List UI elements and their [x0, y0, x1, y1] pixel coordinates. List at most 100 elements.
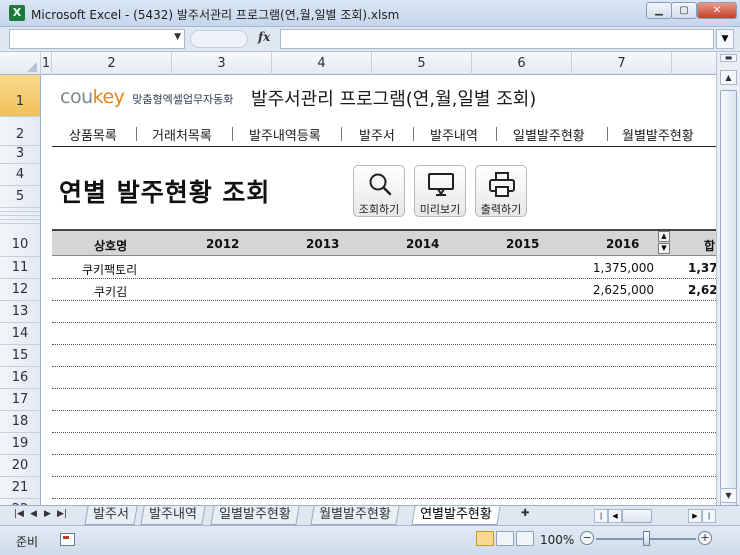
column-header[interactable]: 2 [52, 52, 172, 75]
row-header[interactable]: 5 [0, 186, 40, 208]
row-header[interactable]: 2 [0, 117, 40, 146]
scrollbar-thumb[interactable] [720, 90, 737, 508]
name-box[interactable]: ▼ [9, 29, 185, 49]
row-header[interactable]: 12 [0, 279, 40, 301]
table-row[interactable]: 쿠키팩토리 1,375,000 1,37 [52, 257, 716, 279]
formula-controls: fx [190, 30, 276, 48]
print-button[interactable]: 출력하기 [475, 165, 527, 217]
worksheet-grid[interactable]: coukey 맞춤형엑셀업무자동화 발주서관리 프로그램(연,월,일별 조회) … [41, 75, 716, 505]
row-headers: 1 2 3 4 5 10 11 12 13 14 15 16 17 18 19 … [0, 75, 41, 505]
row-header[interactable]: 13 [0, 301, 40, 323]
nav-divider [232, 127, 233, 141]
status-mode: 준비 [16, 535, 39, 549]
row-header[interactable]: 16 [0, 367, 40, 389]
sheet-tab[interactable]: 발주내역 [140, 506, 206, 525]
select-all-corner[interactable] [0, 52, 41, 75]
formula-input[interactable] [280, 29, 714, 49]
normal-view-icon[interactable] [476, 531, 494, 546]
nav-item-daily-status[interactable]: 일별발주현황 [513, 125, 585, 144]
nav-item-monthly-status[interactable]: 월별발주현황 [622, 125, 694, 144]
row-header[interactable]: 1 [0, 75, 40, 117]
sort-up-icon[interactable]: ▲ [658, 231, 670, 242]
nav-item-clients[interactable]: 거래처목록 [152, 125, 212, 144]
hscroll-split-handle[interactable]: | [702, 509, 716, 523]
row-header[interactable]: 21 [0, 477, 40, 499]
column-header[interactable]: 5 [372, 52, 472, 75]
sheet-tab-active[interactable]: 연별발주현황 [411, 506, 501, 525]
table-row[interactable] [52, 323, 716, 345]
search-button[interactable]: 조회하기 [353, 165, 405, 217]
row-header[interactable]: 3 [0, 146, 40, 164]
table-row[interactable] [52, 433, 716, 455]
prev-sheet-icon[interactable]: ◀ [30, 509, 37, 519]
next-sheet-icon[interactable]: ▶ [44, 509, 51, 519]
split-handle[interactable]: ▬ [720, 54, 737, 62]
row-header[interactable]: 10 [0, 224, 40, 257]
first-sheet-icon[interactable]: |◀ [14, 509, 24, 519]
page-break-view-icon[interactable] [516, 531, 534, 546]
table-row[interactable] [52, 367, 716, 389]
row-header[interactable]: 11 [0, 257, 40, 279]
row-header[interactable]: 20 [0, 455, 40, 477]
column-header[interactable]: 7 [572, 52, 672, 75]
row-header[interactable]: 19 [0, 433, 40, 455]
scroll-up-icon[interactable]: ▲ [720, 70, 737, 85]
row-header[interactable]: 18 [0, 411, 40, 433]
row-header[interactable]: 17 [0, 389, 40, 411]
sheet-tab[interactable]: 발주서 [84, 506, 138, 525]
table-row[interactable] [52, 345, 716, 367]
column-header[interactable]: 1 [41, 52, 52, 75]
page-layout-view-icon[interactable] [496, 531, 514, 546]
insert-function-icon[interactable]: fx [258, 30, 270, 44]
table-row[interactable]: 쿠키김 2,625,000 2,62 [52, 279, 716, 301]
row-header[interactable]: 15 [0, 345, 40, 367]
column-header[interactable] [672, 52, 716, 75]
zoom-out-icon[interactable]: − [580, 531, 594, 545]
table-row[interactable] [52, 411, 716, 433]
column-header[interactable]: 4 [272, 52, 372, 75]
zoom-slider-thumb[interactable] [643, 531, 650, 546]
horizontal-scroll-thumb[interactable] [622, 509, 652, 523]
sheet-tab[interactable]: 월별발주현황 [310, 506, 400, 525]
sort-spinner[interactable]: ▲ ▼ [658, 231, 670, 255]
column-heading: 2015 [506, 237, 540, 251]
nav-divider [341, 127, 342, 141]
search-button-label: 조회하기 [358, 203, 400, 216]
nav-item-order-history[interactable]: 발주내역 [430, 125, 478, 144]
row-name: 쿠키김 [94, 285, 128, 299]
column-heading: 2016 [606, 237, 640, 251]
macro-record-icon[interactable] [60, 533, 75, 546]
vertical-scrollbar[interactable]: ▬ ▲ ▼ [716, 52, 740, 508]
excel-app-icon[interactable]: X [9, 5, 25, 21]
table-row[interactable] [52, 389, 716, 411]
expand-formula-bar-icon[interactable]: ▼ [716, 29, 734, 49]
table-row[interactable] [52, 455, 716, 477]
close-button[interactable]: ✕ [697, 2, 737, 19]
last-sheet-icon[interactable]: ▶| [57, 509, 67, 519]
sort-down-icon[interactable]: ▼ [658, 243, 670, 254]
scroll-left-icon[interactable]: ◀ [608, 509, 622, 523]
sheet-tab-bar: |◀ ◀ ▶ ▶| 발주서 발주내역 일별발주현황 월별발주현황 연별발주현황 … [0, 505, 740, 525]
scroll-right-icon[interactable]: ▶ [688, 509, 702, 523]
minimize-button[interactable]: ▁ [646, 2, 672, 19]
row-header[interactable]: 4 [0, 164, 40, 186]
nav-item-order-form[interactable]: 발주서 [359, 125, 395, 144]
sheet-tab[interactable]: 일별발주현황 [210, 506, 300, 525]
table-row[interactable] [52, 301, 716, 323]
column-header[interactable]: 6 [472, 52, 572, 75]
scroll-down-icon[interactable]: ▼ [720, 488, 737, 503]
logo-tagline: 맞춤형엑셀업무자동화 [132, 93, 234, 106]
tab-split-handle[interactable]: | [594, 509, 608, 523]
chevron-down-icon[interactable]: ▼ [174, 32, 181, 42]
row-header[interactable]: 14 [0, 323, 40, 345]
insert-sheet-icon[interactable]: ✚ [521, 508, 539, 523]
nav-item-order-entry[interactable]: 발주내역등록 [249, 125, 321, 144]
nav-item-products[interactable]: 상품목록 [69, 125, 117, 144]
table-row[interactable] [52, 477, 716, 499]
zoom-level[interactable]: 100% [540, 533, 574, 547]
column-header[interactable]: 3 [172, 52, 272, 75]
zoom-in-icon[interactable]: + [698, 531, 712, 545]
horizontal-scrollbar[interactable]: | ◀ ▶ | [594, 509, 716, 523]
preview-button[interactable]: 미리보기 [414, 165, 466, 217]
maximize-button[interactable]: ▢ [671, 2, 697, 19]
